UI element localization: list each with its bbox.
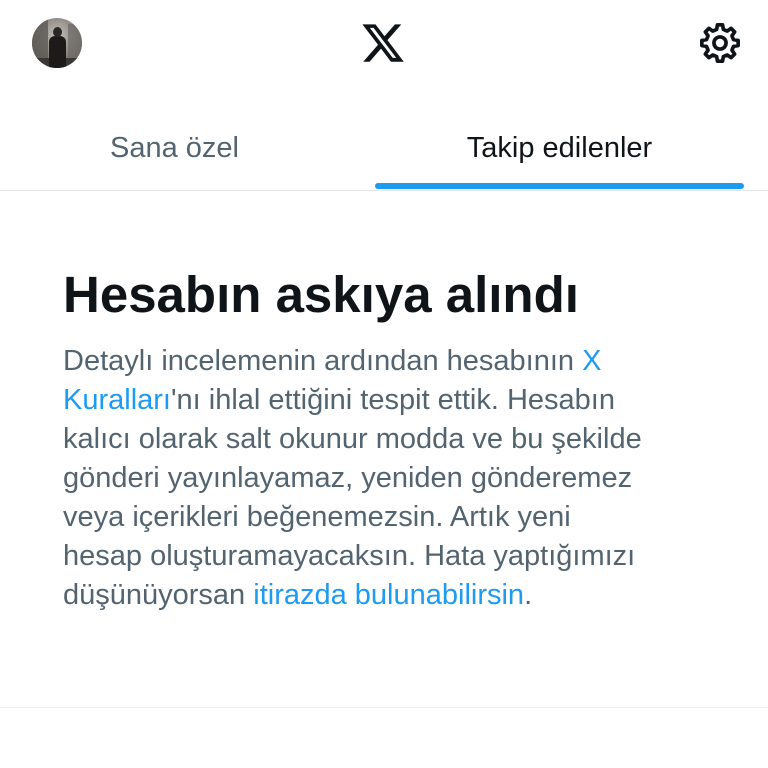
tab-label: Sana özel bbox=[110, 132, 239, 164]
gear-icon[interactable] bbox=[698, 21, 742, 65]
tabs-divider bbox=[0, 190, 768, 191]
x-logo-icon[interactable] bbox=[360, 20, 406, 66]
avatar-photo-head bbox=[53, 27, 62, 37]
tab-for-you[interactable]: Sana özel bbox=[0, 96, 375, 200]
tab-label: Takip edilenler bbox=[466, 132, 653, 164]
gear-outline bbox=[700, 23, 740, 63]
message-text: . bbox=[524, 579, 533, 611]
message-text: 'nı ihlal ettiğini tespit ettik. Hesabın… bbox=[63, 384, 642, 611]
active-tab-indicator bbox=[375, 183, 744, 189]
suspension-message: Detaylı incelemenin ardından hesabının X… bbox=[63, 342, 653, 615]
section-divider bbox=[0, 707, 768, 708]
avatar[interactable] bbox=[32, 18, 82, 68]
gear-center bbox=[712, 35, 728, 51]
avatar-photo-figure bbox=[49, 36, 66, 68]
message-text: Detaylı incelemenin ardından hesabının bbox=[63, 345, 583, 377]
appeal-link[interactable]: itirazda bulunabilirsin bbox=[253, 579, 524, 611]
suspension-title: Hesabın askıya alındı bbox=[63, 266, 579, 323]
